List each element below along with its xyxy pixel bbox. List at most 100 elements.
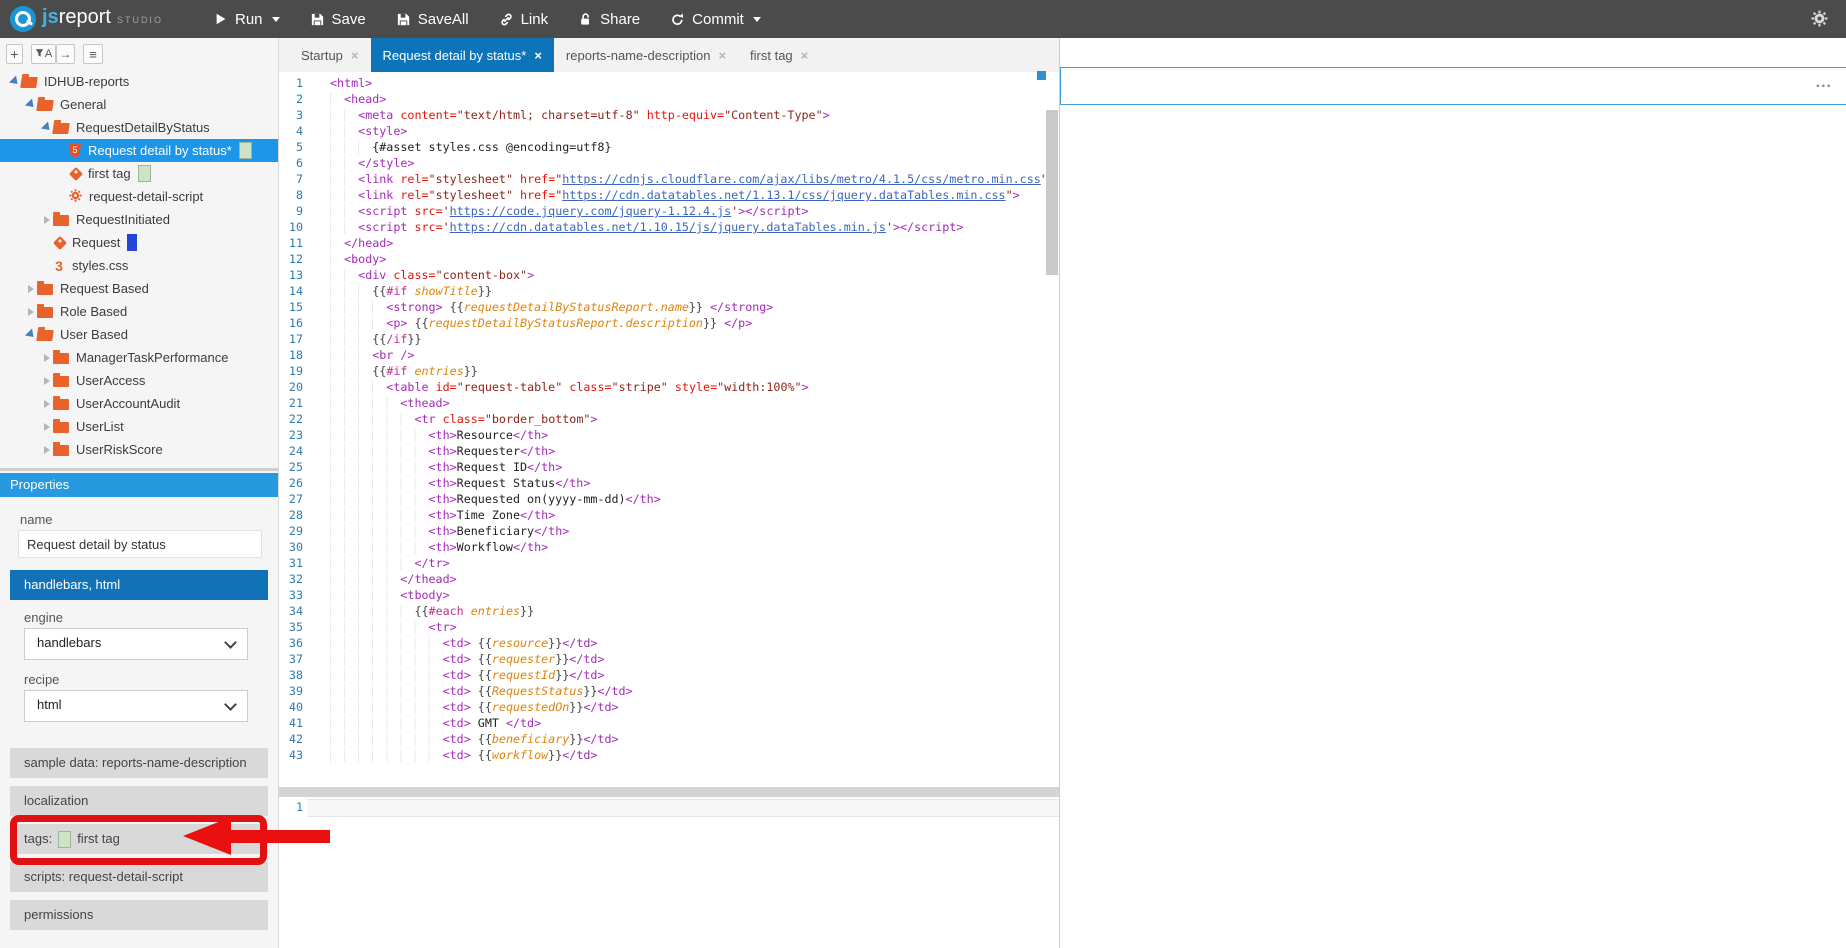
code-line-25[interactable]: <th>Request ID</th> <box>279 459 1045 475</box>
localization-bar[interactable]: localization <box>10 786 268 816</box>
tab-first-tag[interactable]: first tag× <box>738 38 820 72</box>
code-line-43[interactable]: <td> {{workflow}}</td> <box>279 747 1045 763</box>
code-line-32[interactable]: </thead> <box>279 571 1045 587</box>
tree-item-managertaskperformance[interactable]: ManagerTaskPerformance <box>0 346 278 369</box>
commit-button[interactable]: Commit <box>670 11 761 28</box>
code-line-41[interactable]: <td> GMT </td> <box>279 715 1045 731</box>
code-line-29[interactable]: <th>Beneficiary</th> <box>279 523 1045 539</box>
code-line-18[interactable]: <br /> <box>279 347 1045 363</box>
code-line-38[interactable]: <td> {{requestId}}</td> <box>279 667 1045 683</box>
code-line-37[interactable]: <td> {{requester}}</td> <box>279 651 1045 667</box>
code-line-12[interactable]: <body> <box>279 251 1045 267</box>
editor-splitter[interactable] <box>279 787 1059 797</box>
tree-item-userriskscore[interactable]: UserRiskScore <box>0 438 278 461</box>
code-editor[interactable]: 1234567891011121314151617181920212223242… <box>279 72 1059 948</box>
expander-icon[interactable] <box>24 331 37 338</box>
code-line-39[interactable]: <td> {{RequestStatus}}</td> <box>279 683 1045 699</box>
recipe-select[interactable]: html <box>24 690 248 722</box>
tree-item-user-based[interactable]: User Based <box>0 323 278 346</box>
tree-item-requestinitiated[interactable]: RequestInitiated <box>0 208 278 231</box>
tree-item-request-detail-by-status[interactable]: 5Request detail by status* <box>0 139 278 162</box>
tree-item-general[interactable]: General <box>0 93 278 116</box>
code-line-24[interactable]: <th>Requester</th> <box>279 443 1045 459</box>
code-line-1[interactable]: <html> <box>279 75 1045 91</box>
tree-item-idhub-reports[interactable]: IDHUB-reports <box>0 70 278 93</box>
code-line-34[interactable]: {{#each entries}} <box>279 603 1045 619</box>
tab-close-icon[interactable]: × <box>801 48 809 63</box>
code-line-16[interactable]: <p> {{requestDetailByStatusReport.descri… <box>279 315 1045 331</box>
code-line-13[interactable]: <div class="content-box"> <box>279 267 1045 283</box>
expander-icon[interactable] <box>40 400 53 408</box>
tree-item-userlist[interactable]: UserList <box>0 415 278 438</box>
tab-reports-name-description[interactable]: reports-name-description× <box>554 38 738 72</box>
tags-bar[interactable]: tags: first tag <box>10 824 268 854</box>
code-line-30[interactable]: <th>Workflow</th> <box>279 539 1045 555</box>
code-line-3[interactable]: <meta content="text/html; charset=utf-8"… <box>279 107 1045 123</box>
link-button[interactable]: Link <box>499 11 549 28</box>
tree-item-styles-css[interactable]: 3styles.css <box>0 254 278 277</box>
tree-menu-button[interactable]: ≡ <box>83 44 103 64</box>
tab-request-detail-by-status[interactable]: Request detail by status*× <box>371 38 554 72</box>
run-button[interactable]: Run <box>214 11 280 28</box>
expander-icon[interactable] <box>24 285 37 293</box>
tree-item-request-detail-script[interactable]: request-detail-script <box>0 185 278 208</box>
code-line-8[interactable]: <link rel="stylesheet" href="https://cdn… <box>279 187 1045 203</box>
collapse-button[interactable]: → <box>56 44 75 64</box>
code-line-31[interactable]: </tr> <box>279 555 1045 571</box>
code-line-40[interactable]: <td> {{requestedOn}}</td> <box>279 699 1045 715</box>
code-line-4[interactable]: <style> <box>279 123 1045 139</box>
sample-data-bar[interactable]: sample data: reports-name-description <box>10 748 268 778</box>
code-line-10[interactable]: <script src='https://cdn.datatables.net/… <box>279 219 1045 235</box>
code-line-21[interactable]: <thead> <box>279 395 1045 411</box>
share-button[interactable]: Share <box>578 11 640 28</box>
tree-item-useraccountaudit[interactable]: UserAccountAudit <box>0 392 278 415</box>
code-line-28[interactable]: <th>Time Zone</th> <box>279 507 1045 523</box>
expander-icon[interactable] <box>24 308 37 316</box>
tree-item-useraccess[interactable]: UserAccess <box>0 369 278 392</box>
expander-icon[interactable] <box>40 354 53 362</box>
scripts-bar[interactable]: scripts: request-detail-script <box>10 862 268 892</box>
code-line-6[interactable]: </style> <box>279 155 1045 171</box>
code-line-14[interactable]: {{#if showTitle}} <box>279 283 1045 299</box>
code-line-26[interactable]: <th>Request Status</th> <box>279 475 1045 491</box>
save-all-button[interactable]: SaveAll <box>396 11 469 28</box>
tree-item-requestdetailbystatus[interactable]: RequestDetailByStatus <box>0 116 278 139</box>
code-line-35[interactable]: <tr> <box>279 619 1045 635</box>
expander-icon[interactable] <box>40 446 53 454</box>
tab-close-icon[interactable]: × <box>534 48 542 63</box>
tree-item-request[interactable]: Request <box>0 231 278 254</box>
code-line-27[interactable]: <th>Requested on(yyyy-mm-dd)</th> <box>279 491 1045 507</box>
code-line-42[interactable]: <td> {{beneficiary}}</td> <box>279 731 1045 747</box>
filter-button[interactable]: A <box>31 44 56 64</box>
code-line-7[interactable]: <link rel="stylesheet" href="https://cdn… <box>279 171 1045 187</box>
code-line-23[interactable]: <th>Resource</th> <box>279 427 1045 443</box>
code-line-36[interactable]: <td> {{resource}}</td> <box>279 635 1045 651</box>
code-line-9[interactable]: <script src='https://code.jquery.com/jqu… <box>279 203 1045 219</box>
code-line-5[interactable]: {#asset styles.css @encoding=utf8} <box>279 139 1045 155</box>
expander-icon[interactable] <box>40 377 53 385</box>
name-input[interactable] <box>18 530 262 558</box>
save-button[interactable]: Save <box>310 11 366 28</box>
code-line-22[interactable]: <tr class="border_bottom"> <box>279 411 1045 427</box>
expander-icon[interactable] <box>40 216 53 224</box>
tab-close-icon[interactable]: × <box>718 48 726 63</box>
expander-icon[interactable] <box>24 101 37 108</box>
jsreport-logo[interactable]: js report STUDIO <box>10 6 200 32</box>
tab-startup[interactable]: Startup× <box>289 38 371 72</box>
add-entity-button[interactable]: + <box>6 44 23 64</box>
tab-close-icon[interactable]: × <box>351 48 359 63</box>
tree-item-first-tag[interactable]: first tag <box>0 162 278 185</box>
code-line-20[interactable]: <table id="request-table" class="stripe"… <box>279 379 1045 395</box>
code-content[interactable]: <html> <head> <meta content="text/html; … <box>279 75 1045 763</box>
engine-select[interactable]: handlebars <box>24 628 248 660</box>
expander-icon[interactable] <box>8 78 21 85</box>
code-line-33[interactable]: <tbody> <box>279 587 1045 603</box>
preview-menu-button[interactable]: ... <box>1816 74 1832 92</box>
code-line-15[interactable]: <strong> {{requestDetailByStatusReport.n… <box>279 299 1045 315</box>
expander-icon[interactable] <box>40 423 53 431</box>
permissions-bar[interactable]: permissions <box>10 900 268 930</box>
code-line-11[interactable]: </head> <box>279 235 1045 251</box>
settings-gear-icon[interactable] <box>1811 10 1828 32</box>
vertical-scrollbar[interactable] <box>1046 110 1058 275</box>
helpers-editor-current-line[interactable] <box>307 799 1059 817</box>
